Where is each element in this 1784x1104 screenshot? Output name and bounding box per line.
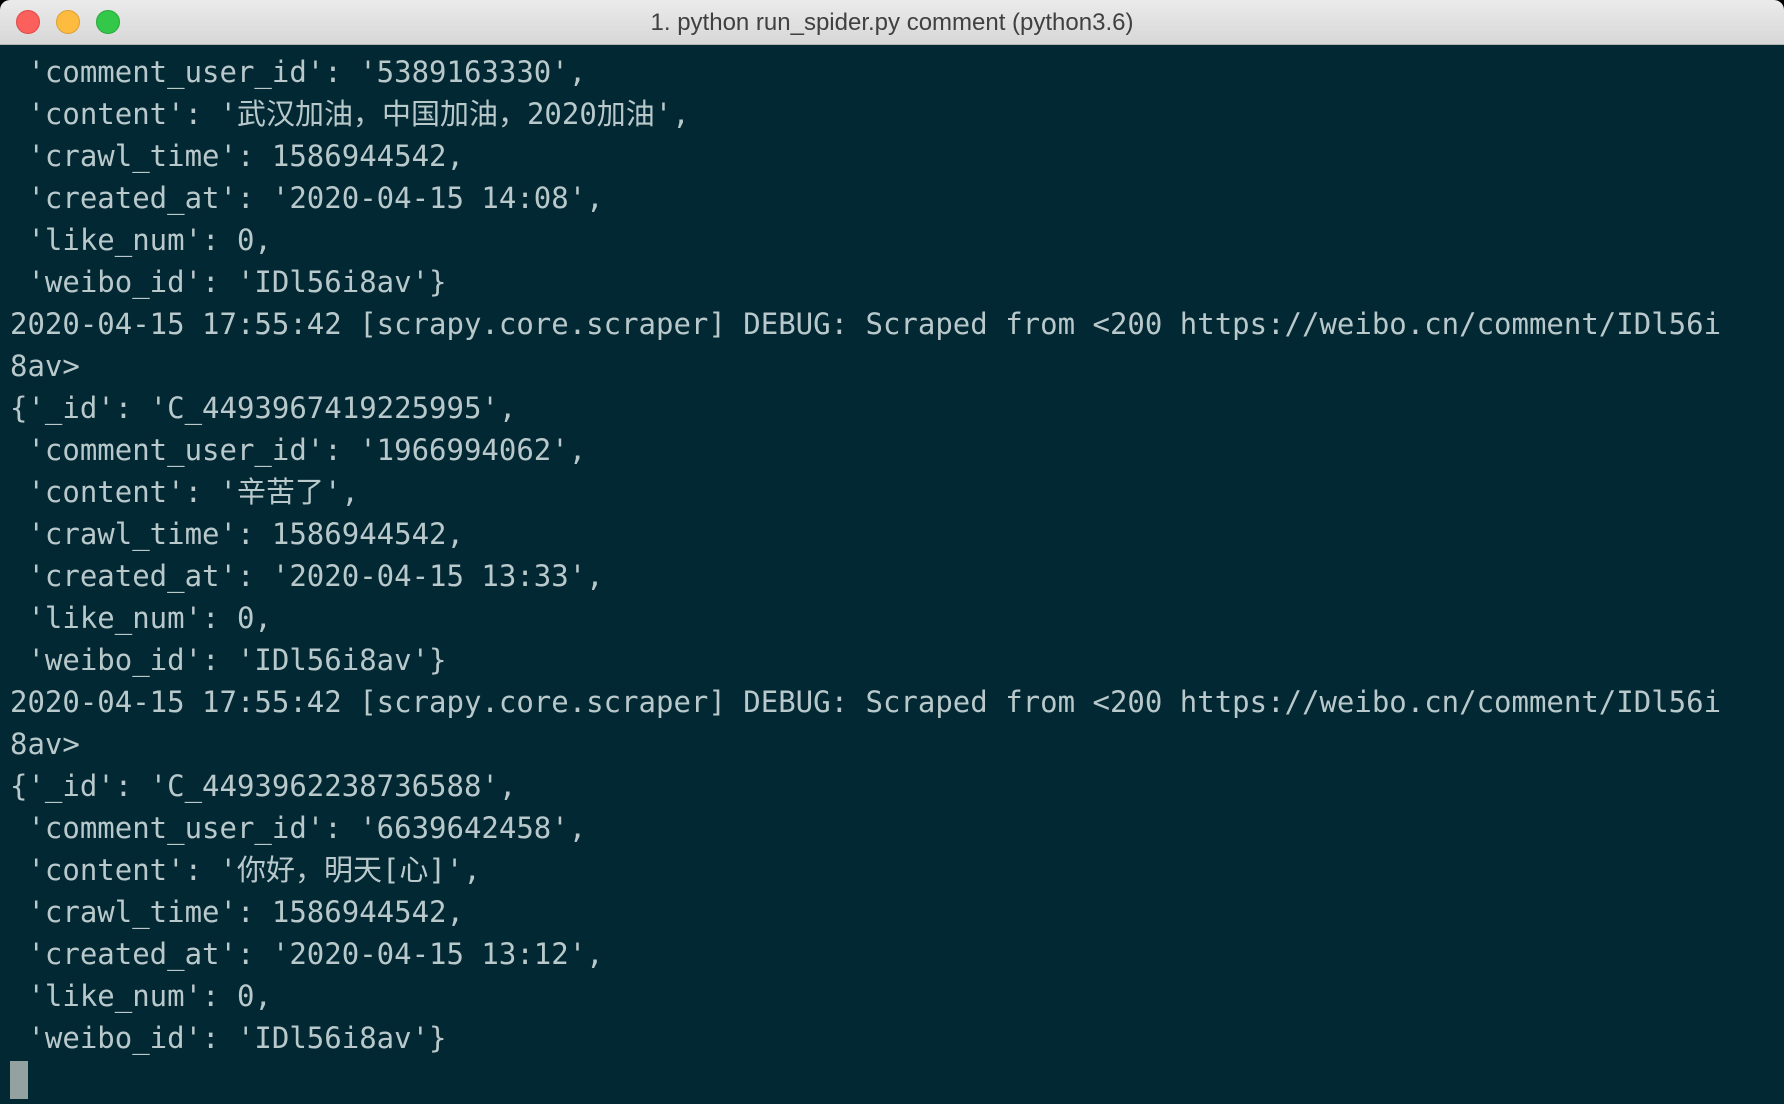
terminal-line: 'created_at': '2020-04-15 14:08', [10,181,604,215]
terminal-line: 'comment_user_id': '6639642458', [10,811,587,845]
terminal-line: 2020-04-15 17:55:42 [scrapy.core.scraper… [10,685,1722,719]
terminal-line: 8av> [10,727,80,761]
terminal-cursor [10,1061,28,1099]
terminal-line: 'like_num': 0, [10,979,272,1013]
terminal-line: 'crawl_time': 1586944542, [10,517,464,551]
terminal-output[interactable]: 'comment_user_id': '5389163330', 'conten… [10,51,1778,1101]
terminal-line: 'weibo_id': 'IDl56i8av'} [10,643,447,677]
terminal-line: 'content': '你好，明天[心]', [10,853,481,887]
terminal-line: 'weibo_id': 'IDl56i8av'} [10,1021,447,1055]
terminal-line: 'comment_user_id': '5389163330', [10,55,587,89]
terminal-line: 8av> [10,349,80,383]
terminal-line: 'like_num': 0, [10,223,272,257]
terminal-line: 'content': '辛苦了', [10,475,359,509]
window-titlebar[interactable]: 1. python run_spider.py comment (python3… [0,0,1784,45]
terminal-line: 'like_num': 0, [10,601,272,635]
terminal-cursor-line [10,1059,1778,1101]
terminal-line: 'crawl_time': 1586944542, [10,139,464,173]
terminal-line: 'crawl_time': 1586944542, [10,895,464,929]
terminal-line: 'weibo_id': 'IDl56i8av'} [10,265,447,299]
terminal-line: 2020-04-15 17:55:42 [scrapy.core.scraper… [10,307,1722,341]
terminal-window: 1. python run_spider.py comment (python3… [0,0,1784,1104]
terminal-line: {'_id': 'C_4493962238736588', [10,769,517,803]
window-title: 1. python run_spider.py comment (python3… [650,9,1134,36]
terminal-line: 'comment_user_id': '1966994062', [10,433,587,467]
terminal-line: 'content': '武汉加油，中国加油，2020加油', [10,97,690,131]
terminal-line: 'created_at': '2020-04-15 13:33', [10,559,604,593]
terminal-line: {'_id': 'C_4493967419225995', [10,391,517,425]
terminal-line: 'created_at': '2020-04-15 13:12', [10,937,604,971]
